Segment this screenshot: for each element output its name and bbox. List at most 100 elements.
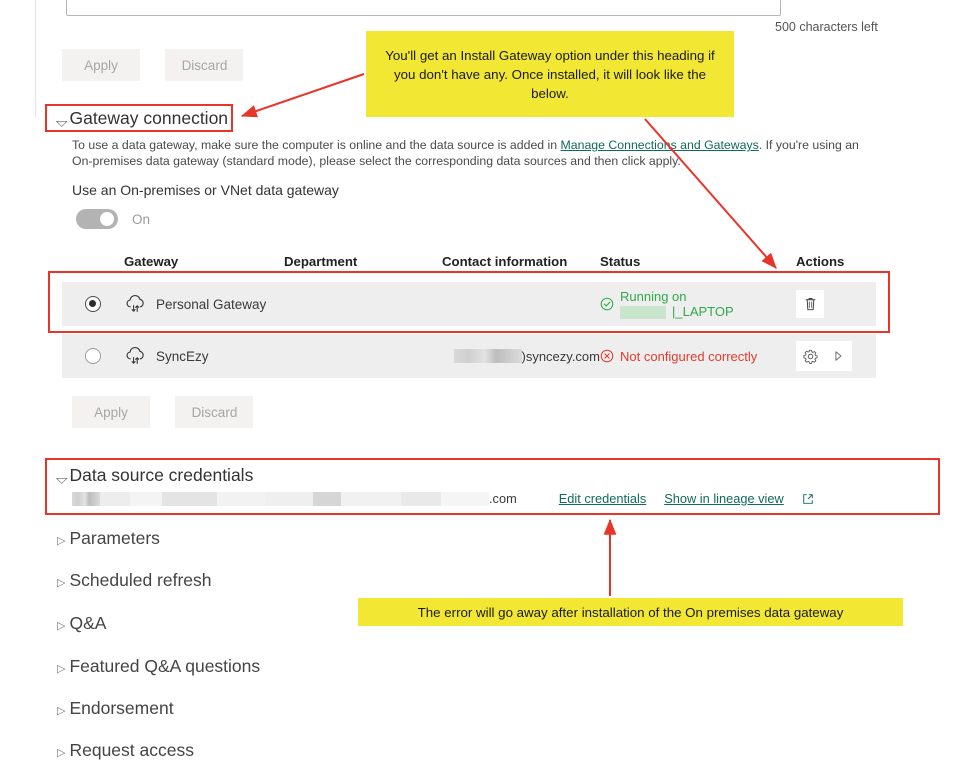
redacted-segment (100, 491, 130, 506)
redacted-segment (130, 491, 162, 506)
credentials-links: Edit credentials Show in lineage view (559, 491, 814, 506)
gateway-toggle[interactable] (76, 209, 118, 229)
redacted-segment (217, 491, 265, 506)
header-status: Status (600, 253, 641, 269)
collapse-triangle-icon: ◺ (54, 470, 69, 486)
sidebar-item-qna[interactable]: ▷ Q&A (57, 613, 106, 634)
cloud-sync-icon (126, 294, 144, 312)
section-label: Q&A (69, 613, 107, 633)
row-contact-text: )syncezy.com (521, 348, 601, 364)
dataset-settings-page: 500 characters left Apply Discard ◺ Gate… (0, 0, 961, 781)
redacted-segment (72, 491, 100, 506)
credentials-url: .com (72, 491, 517, 506)
credentials-row: .com Edit credentials Show in lineage vi… (72, 491, 872, 506)
row-actions-cell (796, 290, 876, 318)
gateway-toggle-wrap[interactable]: On (76, 209, 150, 229)
gateway-connection-title: Gateway connection (69, 108, 229, 128)
credentials-url-suffix: .com (489, 491, 517, 506)
bottom-button-row: Apply Discard (72, 396, 254, 428)
row-actions-group (796, 341, 852, 371)
edit-credentials-link[interactable]: Edit credentials (559, 491, 647, 506)
use-gateway-label: Use an On-premises or VNet data gateway (72, 182, 339, 198)
show-in-lineage-view-link[interactable]: Show in lineage view (664, 491, 784, 506)
row-gateway-cell: SyncEzy (124, 346, 284, 366)
redacted-email (453, 349, 522, 363)
row-gateway-name: Personal Gateway (156, 296, 267, 312)
section-label: Parameters (69, 528, 160, 548)
description-textarea[interactable] (66, 0, 781, 16)
external-link-icon (802, 493, 813, 504)
radio-button-personal-gateway[interactable] (85, 296, 101, 312)
apply-button-top[interactable]: Apply (62, 49, 140, 81)
header-gateway: Gateway (124, 253, 179, 269)
row-gateway-cell: Personal Gateway (124, 294, 284, 314)
header-department: Department (284, 253, 358, 269)
redacted-hostname (620, 306, 666, 320)
row-status-line1: Running on (620, 288, 687, 304)
callout-install-gateway: You'll get an Install Gateway option und… (366, 31, 734, 117)
callout-error-goes-away: The error will go away after installatio… (358, 598, 903, 626)
row-status-text: Not configured correctly (620, 348, 758, 364)
play-triangle-icon (835, 351, 842, 361)
sidebar-item-endorsement[interactable]: ▷ Endorsement (57, 698, 174, 719)
expand-triangle-icon: ▷ (57, 577, 66, 589)
sidebar-item-request-access[interactable]: ▷ Request access (57, 740, 194, 761)
section-label: Scheduled refresh (69, 570, 212, 590)
discard-button-bottom[interactable]: Discard (175, 396, 254, 428)
row-contact-cell: )syncezy.com (442, 349, 600, 364)
expand-triangle-icon: ▷ (57, 535, 66, 547)
redacted-segment (341, 491, 401, 506)
check-circle-icon (600, 297, 614, 311)
redacted-segment (265, 491, 313, 506)
row-status-cell: Not configured correctly (600, 349, 796, 364)
row-gateway-name: SyncEzy (156, 348, 209, 364)
header-contact: Contact information (442, 253, 568, 269)
desc-before: To use a data gateway, make sure the com… (72, 138, 561, 152)
gateway-connection-heading[interactable]: ◺ Gateway connection (54, 108, 229, 129)
trash-icon (805, 298, 815, 311)
row-status-cell: Running on |_LAPTOP (600, 288, 796, 320)
collapse-triangle-icon: ◺ (54, 113, 69, 129)
row-select-cell[interactable] (62, 296, 124, 312)
cloud-sync-icon (126, 346, 144, 364)
sidebar-item-parameters[interactable]: ▷ Parameters (57, 528, 160, 549)
gear-icon (802, 349, 818, 364)
gateway-description: To use a data gateway, make sure the com… (72, 138, 862, 169)
expand-gateway-button[interactable] (824, 342, 852, 370)
gateway-table: Gateway Department Contact information S… (62, 248, 876, 378)
expand-triangle-icon: ▷ (57, 663, 66, 675)
top-button-row: Apply Discard (62, 49, 244, 81)
section-label: Endorsement (69, 698, 174, 718)
data-source-credentials-heading[interactable]: ◺ Data source credentials (54, 465, 254, 486)
sidebar-item-featured-qna-questions[interactable]: ▷ Featured Q&A questions (57, 656, 260, 677)
left-divider (35, 0, 36, 118)
sidebar-item-scheduled-refresh[interactable]: ▷ Scheduled refresh (57, 570, 212, 591)
redacted-segment (162, 491, 217, 506)
row-status-line2: |_LAPTOP (672, 303, 734, 319)
section-label: Request access (69, 740, 194, 760)
redacted-segment (313, 491, 341, 506)
expand-triangle-icon: ▷ (57, 620, 66, 632)
table-row[interactable]: Personal Gateway Running on |_LAPTOP (62, 282, 876, 326)
error-circle-icon (600, 349, 614, 363)
row-actions-cell (796, 341, 876, 371)
toggle-knob (100, 212, 114, 226)
redacted-segment (441, 491, 489, 506)
apply-button-bottom[interactable]: Apply (72, 396, 150, 428)
discard-button-top[interactable]: Discard (165, 49, 244, 81)
expand-triangle-icon: ▷ (57, 747, 66, 759)
arrow-to-gateway-heading (240, 73, 365, 118)
table-row[interactable]: SyncEzy )syncezy.com Not configured corr… (62, 334, 876, 378)
row-select-cell[interactable] (62, 348, 124, 364)
settings-gateway-button[interactable] (796, 342, 824, 370)
toggle-state-label: On (132, 211, 151, 227)
redacted-segment (401, 491, 441, 506)
delete-gateway-button[interactable] (796, 290, 824, 318)
manage-connections-link[interactable]: Manage Connections and Gateways (561, 138, 759, 152)
section-label: Featured Q&A questions (69, 656, 261, 676)
characters-left-counter: 500 characters left (775, 20, 878, 34)
gateway-table-header: Gateway Department Contact information S… (62, 248, 876, 274)
radio-button-syncezy[interactable] (85, 348, 101, 364)
data-source-credentials-title: Data source credentials (69, 465, 254, 485)
expand-triangle-icon: ▷ (57, 705, 66, 717)
